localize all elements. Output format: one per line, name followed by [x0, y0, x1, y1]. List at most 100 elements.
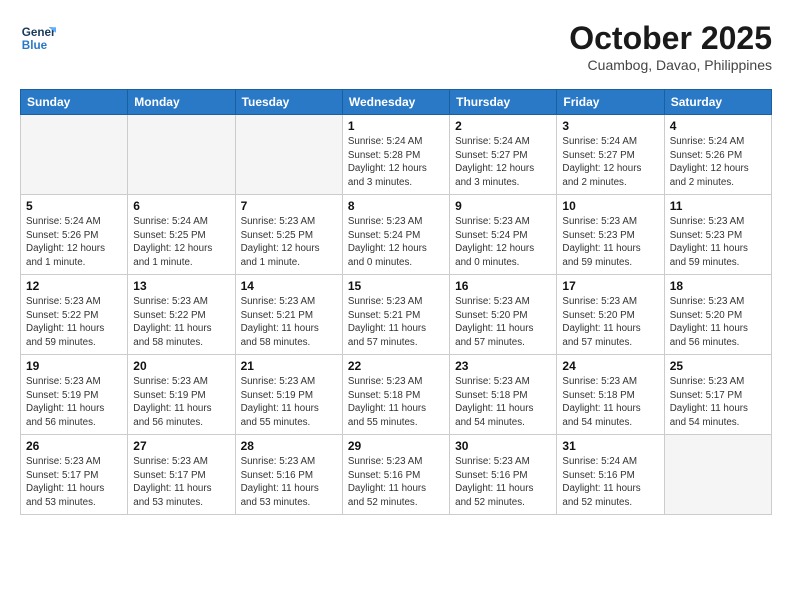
title-block: October 2025 Cuambog, Davao, Philippines	[569, 20, 772, 73]
day-number: 29	[348, 439, 444, 453]
day-number: 28	[241, 439, 337, 453]
day-number: 30	[455, 439, 551, 453]
day-info: Sunrise: 5:23 AM Sunset: 5:16 PM Dayligh…	[241, 455, 337, 510]
day-info: Sunrise: 5:23 AM Sunset: 5:18 PM Dayligh…	[348, 375, 444, 430]
day-info: Sunrise: 5:23 AM Sunset: 5:16 PM Dayligh…	[348, 455, 444, 510]
calendar-cell: 12 Sunrise: 5:23 AM Sunset: 5:22 PM Dayli…	[21, 275, 128, 355]
logo-icon: General Blue	[20, 20, 56, 56]
day-number: 31	[562, 439, 658, 453]
calendar-week-2: 5 Sunrise: 5:24 AM Sunset: 5:26 PM Daylig…	[21, 195, 772, 275]
day-number: 22	[348, 359, 444, 373]
day-number: 17	[562, 279, 658, 293]
calendar-body: 1Sunrise: 5:24 AM Sunset: 5:28 PM Daylig…	[21, 115, 772, 515]
day-number: 27	[133, 439, 229, 453]
calendar-week-5: 26Sunrise: 5:23 AM Sunset: 5:17 PM Dayli…	[21, 435, 772, 515]
calendar-cell: 15 Sunrise: 5:23 AM Sunset: 5:21 PM Dayli…	[342, 275, 449, 355]
calendar-cell: 20Sunrise: 5:23 AM Sunset: 5:19 PM Dayli…	[128, 355, 235, 435]
calendar-cell: 17 Sunrise: 5:23 AM Sunset: 5:20 PM Dayli…	[557, 275, 664, 355]
calendar-header-row: SundayMondayTuesdayWednesdayThursdayFrid…	[21, 90, 772, 115]
calendar-cell: 25Sunrise: 5:23 AM Sunset: 5:17 PM Dayli…	[664, 355, 771, 435]
calendar-cell: 22 Sunrise: 5:23 AM Sunset: 5:18 PM Dayli…	[342, 355, 449, 435]
day-number: 6	[133, 199, 229, 213]
day-number: 26	[26, 439, 122, 453]
calendar-cell: 29 Sunrise: 5:23 AM Sunset: 5:16 PM Dayli…	[342, 435, 449, 515]
calendar-cell: 26Sunrise: 5:23 AM Sunset: 5:17 PM Dayli…	[21, 435, 128, 515]
day-info: Sunrise: 5:23 AM Sunset: 5:19 PM Dayligh…	[241, 375, 337, 430]
day-info: Sunrise: 5:23 AM Sunset: 5:19 PM Dayligh…	[26, 375, 122, 430]
calendar-week-4: 19 Sunrise: 5:23 AM Sunset: 5:19 PM Dayli…	[21, 355, 772, 435]
calendar-cell: 10 Sunrise: 5:23 AM Sunset: 5:23 PM Dayli…	[557, 195, 664, 275]
calendar-cell: 27Sunrise: 5:23 AM Sunset: 5:17 PM Dayli…	[128, 435, 235, 515]
weekday-header-monday: Monday	[128, 90, 235, 115]
day-info: Sunrise: 5:23 AM Sunset: 5:18 PM Dayligh…	[562, 375, 658, 430]
calendar-cell: 21 Sunrise: 5:23 AM Sunset: 5:19 PM Dayli…	[235, 355, 342, 435]
calendar-cell: 14Sunrise: 5:23 AM Sunset: 5:21 PM Dayli…	[235, 275, 342, 355]
calendar-cell: 19 Sunrise: 5:23 AM Sunset: 5:19 PM Dayli…	[21, 355, 128, 435]
day-number: 4	[670, 119, 766, 133]
weekday-header-wednesday: Wednesday	[342, 90, 449, 115]
calendar-cell: 18 Sunrise: 5:23 AM Sunset: 5:20 PM Dayli…	[664, 275, 771, 355]
day-info: Sunrise: 5:23 AM Sunset: 5:25 PM Dayligh…	[241, 215, 337, 270]
day-info: Sunrise: 5:23 AM Sunset: 5:24 PM Dayligh…	[455, 215, 551, 270]
day-number: 5	[26, 199, 122, 213]
calendar-cell: 1Sunrise: 5:24 AM Sunset: 5:28 PM Daylig…	[342, 115, 449, 195]
day-number: 13	[133, 279, 229, 293]
calendar-cell: 28 Sunrise: 5:23 AM Sunset: 5:16 PM Dayli…	[235, 435, 342, 515]
day-info: Sunrise: 5:23 AM Sunset: 5:23 PM Dayligh…	[562, 215, 658, 270]
location-subtitle: Cuambog, Davao, Philippines	[569, 57, 772, 73]
day-info: Sunrise: 5:23 AM Sunset: 5:23 PM Dayligh…	[670, 215, 766, 270]
day-number: 18	[670, 279, 766, 293]
calendar-cell: 3Sunrise: 5:24 AM Sunset: 5:27 PM Daylig…	[557, 115, 664, 195]
day-number: 11	[670, 199, 766, 213]
day-info: Sunrise: 5:23 AM Sunset: 5:16 PM Dayligh…	[455, 455, 551, 510]
calendar-cell: 6 Sunrise: 5:24 AM Sunset: 5:25 PM Daylig…	[128, 195, 235, 275]
day-info: Sunrise: 5:23 AM Sunset: 5:20 PM Dayligh…	[455, 295, 551, 350]
calendar-table: SundayMondayTuesdayWednesdayThursdayFrid…	[20, 89, 772, 515]
day-info: Sunrise: 5:23 AM Sunset: 5:21 PM Dayligh…	[241, 295, 337, 350]
calendar-cell	[664, 435, 771, 515]
day-info: Sunrise: 5:24 AM Sunset: 5:27 PM Dayligh…	[455, 135, 551, 190]
day-info: Sunrise: 5:23 AM Sunset: 5:19 PM Dayligh…	[133, 375, 229, 430]
day-info: Sunrise: 5:23 AM Sunset: 5:22 PM Dayligh…	[26, 295, 122, 350]
day-number: 24	[562, 359, 658, 373]
day-info: Sunrise: 5:23 AM Sunset: 5:20 PM Dayligh…	[670, 295, 766, 350]
calendar-week-3: 12 Sunrise: 5:23 AM Sunset: 5:22 PM Dayli…	[21, 275, 772, 355]
calendar-cell: 7 Sunrise: 5:23 AM Sunset: 5:25 PM Daylig…	[235, 195, 342, 275]
calendar-cell: 2Sunrise: 5:24 AM Sunset: 5:27 PM Daylig…	[450, 115, 557, 195]
calendar-cell: 24 Sunrise: 5:23 AM Sunset: 5:18 PM Dayli…	[557, 355, 664, 435]
day-info: Sunrise: 5:23 AM Sunset: 5:22 PM Dayligh…	[133, 295, 229, 350]
day-number: 1	[348, 119, 444, 133]
calendar-week-1: 1Sunrise: 5:24 AM Sunset: 5:28 PM Daylig…	[21, 115, 772, 195]
day-info: Sunrise: 5:24 AM Sunset: 5:26 PM Dayligh…	[670, 135, 766, 190]
weekday-header-sunday: Sunday	[21, 90, 128, 115]
day-info: Sunrise: 5:23 AM Sunset: 5:21 PM Dayligh…	[348, 295, 444, 350]
month-title: October 2025	[569, 20, 772, 57]
calendar-cell	[21, 115, 128, 195]
day-number: 10	[562, 199, 658, 213]
day-number: 9	[455, 199, 551, 213]
day-info: Sunrise: 5:24 AM Sunset: 5:26 PM Dayligh…	[26, 215, 122, 270]
page-header: General Blue October 2025 Cuambog, Davao…	[20, 20, 772, 73]
calendar-cell: 16Sunrise: 5:23 AM Sunset: 5:20 PM Dayli…	[450, 275, 557, 355]
calendar-cell: 5 Sunrise: 5:24 AM Sunset: 5:26 PM Daylig…	[21, 195, 128, 275]
day-number: 19	[26, 359, 122, 373]
weekday-header-tuesday: Tuesday	[235, 90, 342, 115]
day-number: 21	[241, 359, 337, 373]
day-number: 7	[241, 199, 337, 213]
logo: General Blue	[20, 20, 56, 56]
day-number: 8	[348, 199, 444, 213]
day-number: 25	[670, 359, 766, 373]
day-number: 12	[26, 279, 122, 293]
day-number: 23	[455, 359, 551, 373]
day-info: Sunrise: 5:24 AM Sunset: 5:16 PM Dayligh…	[562, 455, 658, 510]
weekday-header-thursday: Thursday	[450, 90, 557, 115]
day-number: 15	[348, 279, 444, 293]
day-info: Sunrise: 5:24 AM Sunset: 5:27 PM Dayligh…	[562, 135, 658, 190]
day-info: Sunrise: 5:23 AM Sunset: 5:20 PM Dayligh…	[562, 295, 658, 350]
day-info: Sunrise: 5:24 AM Sunset: 5:25 PM Dayligh…	[133, 215, 229, 270]
day-info: Sunrise: 5:23 AM Sunset: 5:18 PM Dayligh…	[455, 375, 551, 430]
calendar-cell	[128, 115, 235, 195]
weekday-header-saturday: Saturday	[664, 90, 771, 115]
calendar-cell: 31 Sunrise: 5:24 AM Sunset: 5:16 PM Dayli…	[557, 435, 664, 515]
calendar-cell: 23 Sunrise: 5:23 AM Sunset: 5:18 PM Dayli…	[450, 355, 557, 435]
